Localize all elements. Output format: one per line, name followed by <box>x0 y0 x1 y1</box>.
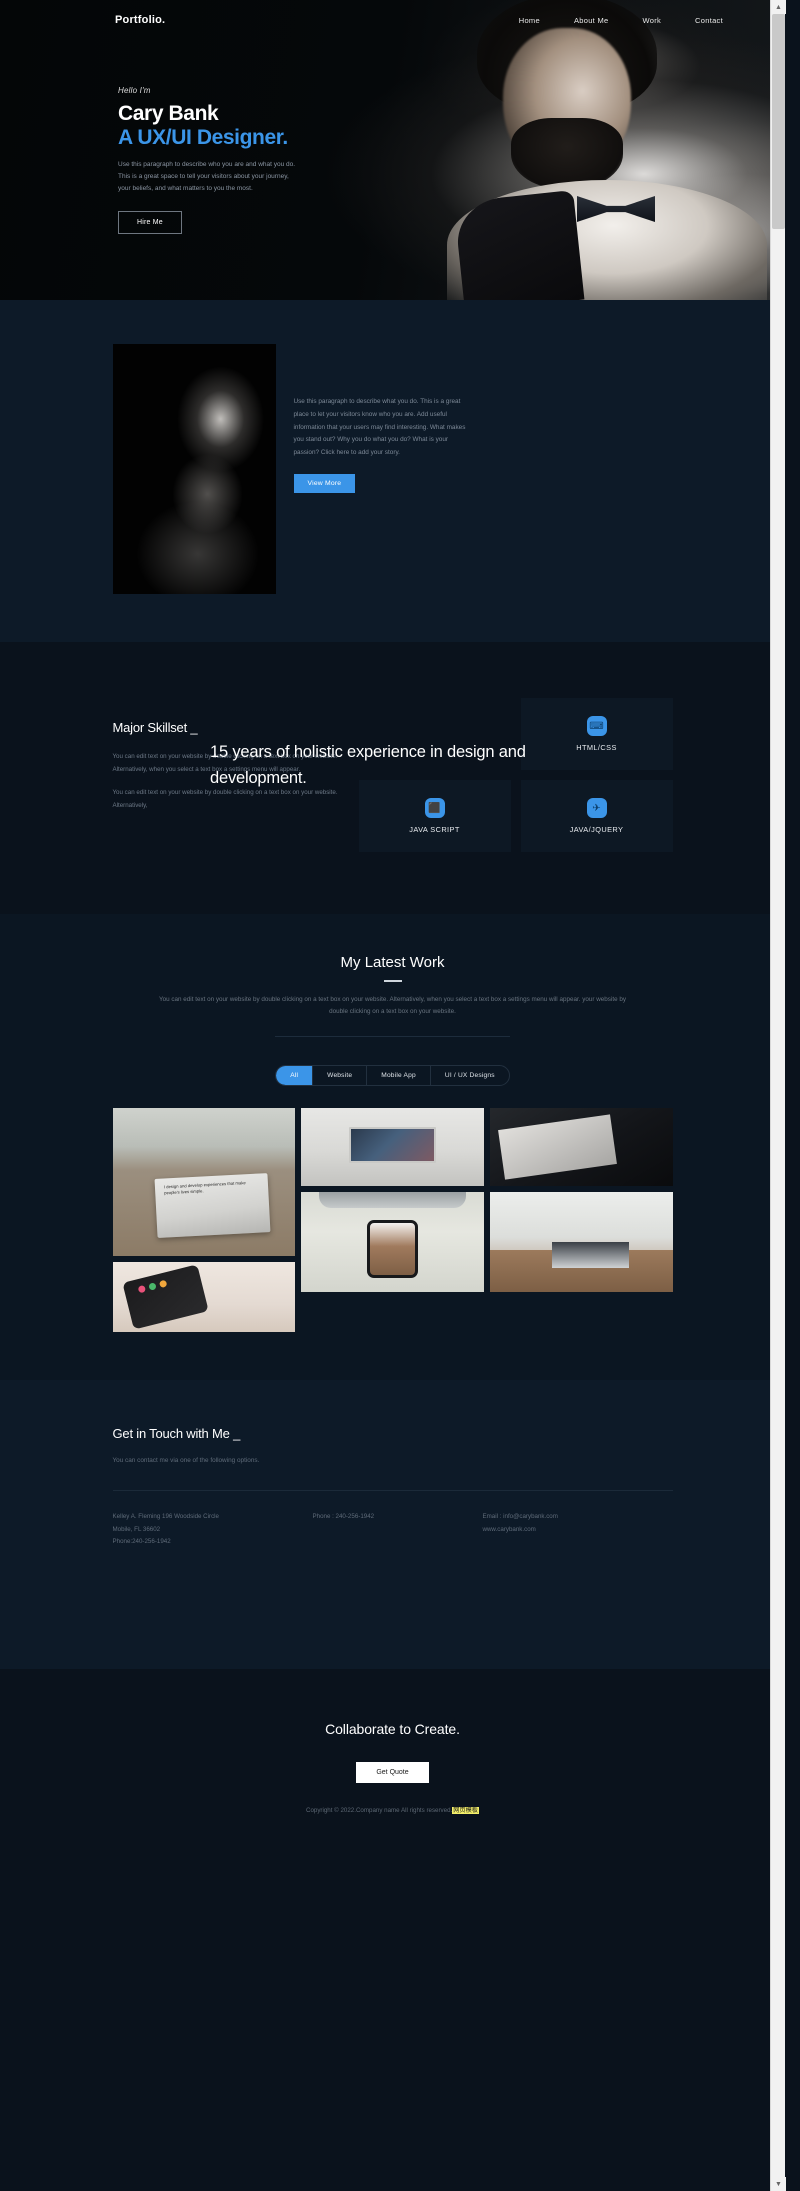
nav-link-contact[interactable]: Contact <box>695 16 723 25</box>
skill-label-html-css: HTML/CSS <box>576 743 617 752</box>
scrollbar-thumb[interactable] <box>772 14 785 229</box>
nav-links: Home About Me Work Contact <box>519 16 723 25</box>
main-navigation: Portfolio. Home About Me Work Contact <box>0 0 785 30</box>
work-item-laptop-with-colorful-website[interactable] <box>301 1107 484 1186</box>
hero-role: A UX/UI Designer. <box>118 125 288 149</box>
view-more-button[interactable]: View More <box>293 474 356 494</box>
nav-link-about-me[interactable]: About Me <box>574 16 609 25</box>
hero-greeting: Hello I'm <box>118 86 151 95</box>
email-line[interactable]: Email : info@carybank.com <box>483 1511 558 1524</box>
nav-link-home[interactable]: Home <box>519 16 540 25</box>
copyright-text: Copyright © 2022.Company name All rights… <box>0 1805 785 1815</box>
copyright-prefix: Copyright © 2022.Company name All rights… <box>305 1807 453 1815</box>
contact-title: Get in Touch with Me _ <box>112 1425 241 1441</box>
skill-label-java-jquery: JAVA/JQUERY <box>569 825 624 834</box>
work-gallery-grid: I design and develop experiences that ma… <box>112 1107 673 1332</box>
footer-title: Collaborate to Create. <box>325 1721 460 1738</box>
filter-all[interactable]: All <box>276 1065 314 1085</box>
phone-line: Phone : 240-256-1942 <box>312 1512 375 1520</box>
hero-section: Portfolio. Home About Me Work Contact He… <box>0 0 785 300</box>
work-item-office-workspace-with-laptop[interactable] <box>489 1191 673 1292</box>
work-item-laptop-on-patio-table[interactable]: I design and develop experiences that ma… <box>112 1107 296 1256</box>
about-portrait-image <box>112 344 276 594</box>
work-item-phone-mockup-on-wall[interactable] <box>301 1191 484 1292</box>
contact-email: Email : info@carybank.com www.carybank.c… <box>483 1511 558 1549</box>
work-description: You can edit text on your website by dou… <box>159 996 626 1015</box>
title-divider <box>383 980 402 982</box>
work-rule <box>275 1035 510 1037</box>
hire-me-button[interactable]: Hire Me <box>118 211 182 235</box>
skill-card-java-jquery[interactable]: ✈ JAVA/JQUERY <box>520 780 673 852</box>
about-paragraph: Use this paragraph to describe what you … <box>293 398 466 457</box>
address-line-2: Mobile, FL 36602 <box>112 1525 161 1533</box>
hero-portrait-image <box>425 0 785 300</box>
work-section: My Latest Work You can edit text on your… <box>0 914 785 1380</box>
about-section: Use this paragraph to describe what you … <box>0 300 785 787</box>
copyright-highlight[interactable]: 网页模板 <box>452 1807 479 1815</box>
skill-label-java-script: JAVA SCRIPT <box>409 825 460 834</box>
page-scrollbar[interactable]: ▲ ▼ <box>770 0 786 2191</box>
monitor-icon: ⬛ <box>424 798 445 818</box>
work-title: My Latest Work <box>340 954 445 971</box>
hero-description: Use this paragraph to describe who you a… <box>118 161 296 193</box>
about-headline: 15 years of holistic experience in desig… <box>210 743 526 787</box>
contact-subtitle: You can contact me via one of the follow… <box>112 1456 260 1464</box>
rocket-icon: ✈ <box>586 798 607 818</box>
filter-mobile-app[interactable]: Mobile App <box>367 1065 431 1085</box>
nav-link-work[interactable]: Work <box>642 16 661 25</box>
work-filter-tabs: All Website Mobile App UI / UX Designs <box>275 1064 510 1086</box>
skills-title: Major Skillset _ <box>112 720 198 735</box>
scroll-down-arrow[interactable]: ▼ <box>771 2177 786 2191</box>
skill-card-html-css[interactable]: ⌨ HTML/CSS <box>520 698 673 770</box>
contact-section: Get in Touch with Me _ You can contact m… <box>0 1379 785 1670</box>
address-line-1: Kelley A. Fleming 196 Woodside Circle <box>112 1512 220 1520</box>
skills-paragraph-2: You can edit text on your website by dou… <box>112 789 338 810</box>
filter-website[interactable]: Website <box>313 1065 368 1085</box>
contact-address: Kelley A. Fleming 196 Woodside Circle Mo… <box>113 1511 313 1549</box>
hero-name: Cary Bank <box>118 102 219 125</box>
filter-ui-ux-designs[interactable]: UI / UX Designs <box>431 1066 509 1085</box>
get-quote-button[interactable]: Get Quote <box>356 1762 429 1784</box>
code-icon: ⌨ <box>586 716 607 736</box>
contact-divider <box>112 1489 673 1491</box>
site-logo[interactable]: Portfolio. <box>115 14 165 26</box>
work-item-sketch-papers-on-dark-desk[interactable] <box>489 1107 673 1186</box>
page-root: Portfolio. Home About Me Work Contact He… <box>0 0 786 2191</box>
hero-content: Hello I'm Cary Bank A UX/UI Designer. Us… <box>0 30 300 235</box>
website-line[interactable]: www.carybank.com <box>483 1524 558 1537</box>
work-item-phone-on-notebook[interactable] <box>112 1261 296 1332</box>
footer-section: Collaborate to Create. Get Quote Copyrig… <box>0 1669 785 1845</box>
contact-phone: Phone : 240-256-1942 <box>313 1511 483 1549</box>
address-line-3: Phone:240-256-1942 <box>112 1538 171 1546</box>
